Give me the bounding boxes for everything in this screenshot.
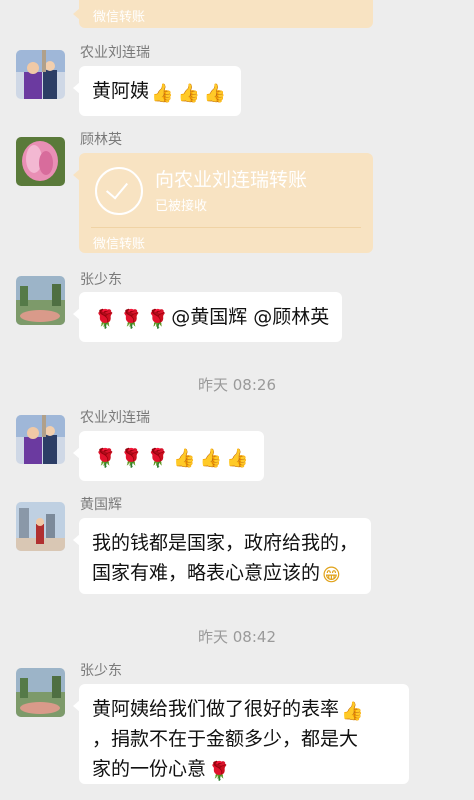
sender-name: 顾林英 bbox=[80, 132, 122, 148]
message-bubble[interactable]: 🌹 🌹 🌹 👍 👍 👍 bbox=[73, 431, 264, 481]
avatar-city-icon bbox=[16, 502, 65, 551]
thumbs-up-icon: 👍 bbox=[177, 83, 200, 104]
thumbs-up-icon: 👍 bbox=[151, 83, 174, 104]
rose-icon: 🌹 bbox=[94, 448, 117, 469]
thumbs-up-icon: 👍 bbox=[203, 83, 227, 104]
transfer-footer: 微信转账 bbox=[93, 10, 146, 25]
message-line: 黄阿姨给我们做了很好的表率 bbox=[92, 698, 340, 720]
rose-icon: 🌹 bbox=[94, 309, 117, 330]
rose-icon: 🌹 bbox=[208, 761, 231, 782]
thumbs-up-icon: 👍 bbox=[226, 448, 249, 469]
transfer-card-partial[interactable]: 微信转账 bbox=[73, 0, 373, 28]
transfer-status: 已被接收 bbox=[155, 199, 208, 214]
message-bubble[interactable]: 🌹 🌹 🌹 @黄国辉 @顾林英 bbox=[72, 292, 343, 342]
avatar[interactable] bbox=[16, 137, 65, 186]
sender-name: 农业刘连瑞 bbox=[80, 410, 150, 426]
message-bubble[interactable]: 黄阿姨 👍 👍 👍 bbox=[72, 66, 242, 116]
check-circle-icon bbox=[95, 167, 143, 215]
message-line: 我的钱都是国家，政府给我的， bbox=[92, 532, 359, 554]
avatar[interactable] bbox=[16, 502, 65, 551]
sender-name: 农业刘连瑞 bbox=[80, 45, 150, 61]
message-bubble[interactable]: 我的钱都是国家，政府给我的， 国家有难，略表心意应该的 😁 bbox=[72, 518, 372, 594]
timestamp: 昨天 08:42 bbox=[198, 628, 276, 646]
rose-icon: 🌹 bbox=[120, 448, 143, 469]
timestamp: 昨天 08:26 bbox=[198, 376, 276, 394]
avatar-landscape-icon bbox=[16, 276, 65, 325]
transfer-card[interactable]: 向农业刘连瑞转账 已被接收 微信转账 bbox=[73, 153, 373, 253]
message-text: @黄国辉 @顾林英 bbox=[171, 306, 330, 328]
avatar-flower-icon bbox=[16, 137, 65, 186]
transfer-title: 向农业刘连瑞转账 bbox=[155, 169, 308, 191]
message-line: ，捐款不在于金额多少，都是大 bbox=[92, 728, 359, 750]
grin-icon: 😁 bbox=[322, 565, 341, 586]
rose-icon: 🌹 bbox=[146, 309, 170, 330]
rose-icon: 🌹 bbox=[146, 448, 170, 469]
sender-name: 黄国辉 bbox=[80, 497, 122, 513]
divider bbox=[91, 227, 361, 228]
sender-name: 张少东 bbox=[80, 663, 122, 679]
avatar[interactable] bbox=[16, 668, 65, 717]
sender-name: 张少东 bbox=[80, 272, 122, 288]
thumbs-up-icon: 👍 bbox=[173, 448, 196, 469]
avatar[interactable] bbox=[16, 276, 65, 325]
avatar-photo-icon bbox=[16, 50, 65, 99]
avatar-photo-icon bbox=[16, 415, 65, 464]
message-line: 家的一份心意 bbox=[92, 758, 207, 780]
message-text: 黄阿姨 bbox=[92, 80, 150, 102]
thumbs-up-icon: 👍 bbox=[199, 448, 223, 469]
message-line: 国家有难，略表心意应该的 bbox=[92, 562, 321, 584]
message-bubble[interactable]: 黄阿姨给我们做了很好的表率 👍 ，捐款不在于金额多少，都是大 家的一份心意 🌹 bbox=[73, 684, 409, 784]
transfer-footer: 微信转账 bbox=[93, 237, 146, 252]
avatar[interactable] bbox=[16, 50, 65, 99]
rose-icon: 🌹 bbox=[120, 309, 143, 330]
avatar[interactable] bbox=[16, 415, 65, 464]
avatar-landscape-icon bbox=[16, 668, 65, 717]
thumbs-up-icon: 👍 bbox=[341, 701, 364, 722]
